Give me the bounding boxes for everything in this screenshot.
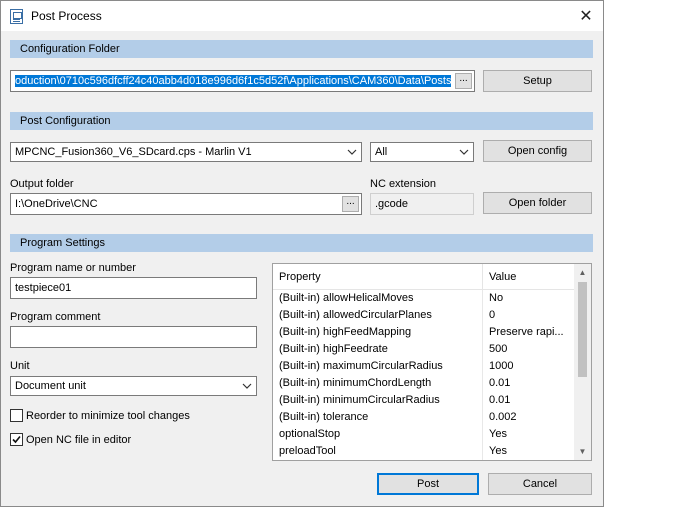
table-row[interactable]: (Built-in) minimumCircularRadius 0.01 (273, 392, 575, 409)
property-grid-header: Property Value (273, 264, 575, 290)
table-row[interactable]: (Built-in) allowHelicalMoves No (273, 290, 575, 307)
column-divider (482, 358, 483, 375)
chevron-down-icon (347, 149, 357, 155)
column-divider (482, 443, 483, 460)
table-row[interactable]: (Built-in) tolerance 0.002 (273, 409, 575, 426)
reorder-checkbox[interactable] (10, 409, 23, 422)
property-name: (Built-in) highFeedrate (279, 343, 388, 355)
property-name: (Built-in) allowHelicalMoves (279, 292, 414, 304)
property-value: Preserve rapi... (489, 326, 564, 338)
unit-label: Unit (10, 360, 30, 372)
property-name: (Built-in) minimumChordLength (279, 377, 432, 389)
property-value: 1000 (489, 360, 514, 372)
title-bar: Post Process ✕ (1, 1, 603, 31)
column-divider (482, 307, 483, 324)
program-comment-label: Program comment (10, 311, 101, 323)
column-divider (482, 409, 483, 426)
program-name-input[interactable]: testpiece01 (10, 277, 257, 299)
post-filter-selected: All (375, 146, 388, 158)
close-icon[interactable]: ✕ (569, 1, 603, 31)
post-process-dialog: Post Process ✕ Configuration Folder oduc… (0, 0, 604, 507)
setup-button[interactable]: Setup (483, 70, 592, 92)
table-row[interactable]: (Built-in) maximumCircularRadius 1000 (273, 358, 575, 375)
column-divider (482, 264, 483, 290)
checkmark-icon (12, 435, 21, 444)
open-nc-checkbox[interactable] (10, 433, 23, 446)
output-folder-label: Output folder (10, 178, 74, 190)
scrollbar-thumb[interactable] (578, 282, 587, 377)
section-program-settings: Program Settings (10, 234, 593, 252)
cancel-button[interactable]: Cancel (488, 473, 592, 495)
program-comment-input[interactable] (10, 326, 257, 348)
property-value: 0.01 (489, 377, 511, 389)
window-title: Post Process (31, 9, 102, 23)
property-name: optionalStop (279, 428, 341, 440)
nc-extension-value: .gcode (375, 198, 409, 210)
output-folder-browse-button[interactable]: ... (342, 196, 359, 212)
unit-selected: Document unit (15, 380, 86, 392)
property-name: (Built-in) maximumCircularRadius (279, 360, 443, 372)
program-name-value: testpiece01 (15, 282, 72, 294)
column-header-value: Value (489, 271, 517, 283)
open-config-button[interactable]: Open config (483, 140, 592, 162)
section-configuration-folder: Configuration Folder (10, 40, 593, 58)
post-processor-selected: MPCNC_Fusion360_V6_SDcard.cps - Marlin V… (15, 146, 252, 158)
column-divider (482, 392, 483, 409)
property-value: Yes (489, 428, 507, 440)
reorder-label: Reorder to minimize tool changes (26, 410, 190, 422)
output-folder-input[interactable]: I:\OneDrive\CNC (10, 193, 362, 215)
property-value: 0 (489, 309, 496, 321)
column-divider (482, 426, 483, 443)
property-grid[interactable]: Property Value (Built-in) allowHelicalMo… (272, 263, 592, 461)
property-value: Yes (489, 445, 507, 457)
column-divider (482, 375, 483, 392)
property-value: 500 (489, 343, 508, 355)
unit-select[interactable]: Document unit (10, 376, 257, 396)
section-post-configuration: Post Configuration (10, 112, 593, 130)
property-value: 0.002 (489, 411, 517, 423)
property-name: preloadTool (279, 445, 336, 457)
config-folder-path: oduction\0710c596dfcff24c40abb4d018e996d… (15, 75, 452, 87)
property-name: (Built-in) allowedCircularPlanes (279, 309, 432, 321)
chevron-down-icon (242, 383, 252, 389)
post-button[interactable]: Post (377, 473, 479, 495)
scroll-down-icon[interactable]: ▼ (574, 443, 591, 460)
post-filter-select[interactable]: All (370, 142, 474, 162)
column-header-property: Property (279, 271, 321, 283)
property-name: (Built-in) minimumCircularRadius (279, 394, 440, 406)
table-row[interactable]: preloadTool Yes (273, 443, 575, 460)
table-row[interactable]: (Built-in) highFeedrate 500 (273, 341, 575, 358)
column-divider (482, 290, 483, 307)
post-processor-select[interactable]: MPCNC_Fusion360_V6_SDcard.cps - Marlin V… (10, 142, 362, 162)
table-row[interactable]: (Built-in) highFeedMapping Preserve rapi.… (273, 324, 575, 341)
nc-extension-field: .gcode (370, 193, 474, 215)
table-row[interactable]: (Built-in) allowedCircularPlanes 0 (273, 307, 575, 324)
config-folder-browse-button[interactable]: ... (455, 73, 472, 89)
scroll-up-icon[interactable]: ▲ (574, 264, 591, 281)
property-value: 0.01 (489, 394, 511, 406)
column-divider (482, 341, 483, 358)
column-divider (482, 324, 483, 341)
property-grid-scrollbar[interactable]: ▲ ▼ (574, 264, 591, 460)
table-row[interactable]: (Built-in) minimumChordLength 0.01 (273, 375, 575, 392)
property-value: No (489, 292, 504, 304)
table-row[interactable]: optionalStop Yes (273, 426, 575, 443)
output-folder-value: I:\OneDrive\CNC (15, 198, 98, 210)
property-name: (Built-in) highFeedMapping (279, 326, 412, 338)
chevron-down-icon (459, 149, 469, 155)
nc-extension-label: NC extension (370, 178, 437, 190)
config-folder-input[interactable]: oduction\0710c596dfcff24c40abb4d018e996d… (10, 70, 475, 92)
open-nc-label: Open NC file in editor (26, 434, 132, 446)
open-folder-button[interactable]: Open folder (483, 192, 592, 214)
property-name: (Built-in) tolerance (279, 411, 369, 423)
app-icon (10, 9, 23, 24)
program-name-label: Program name or number (10, 262, 136, 274)
